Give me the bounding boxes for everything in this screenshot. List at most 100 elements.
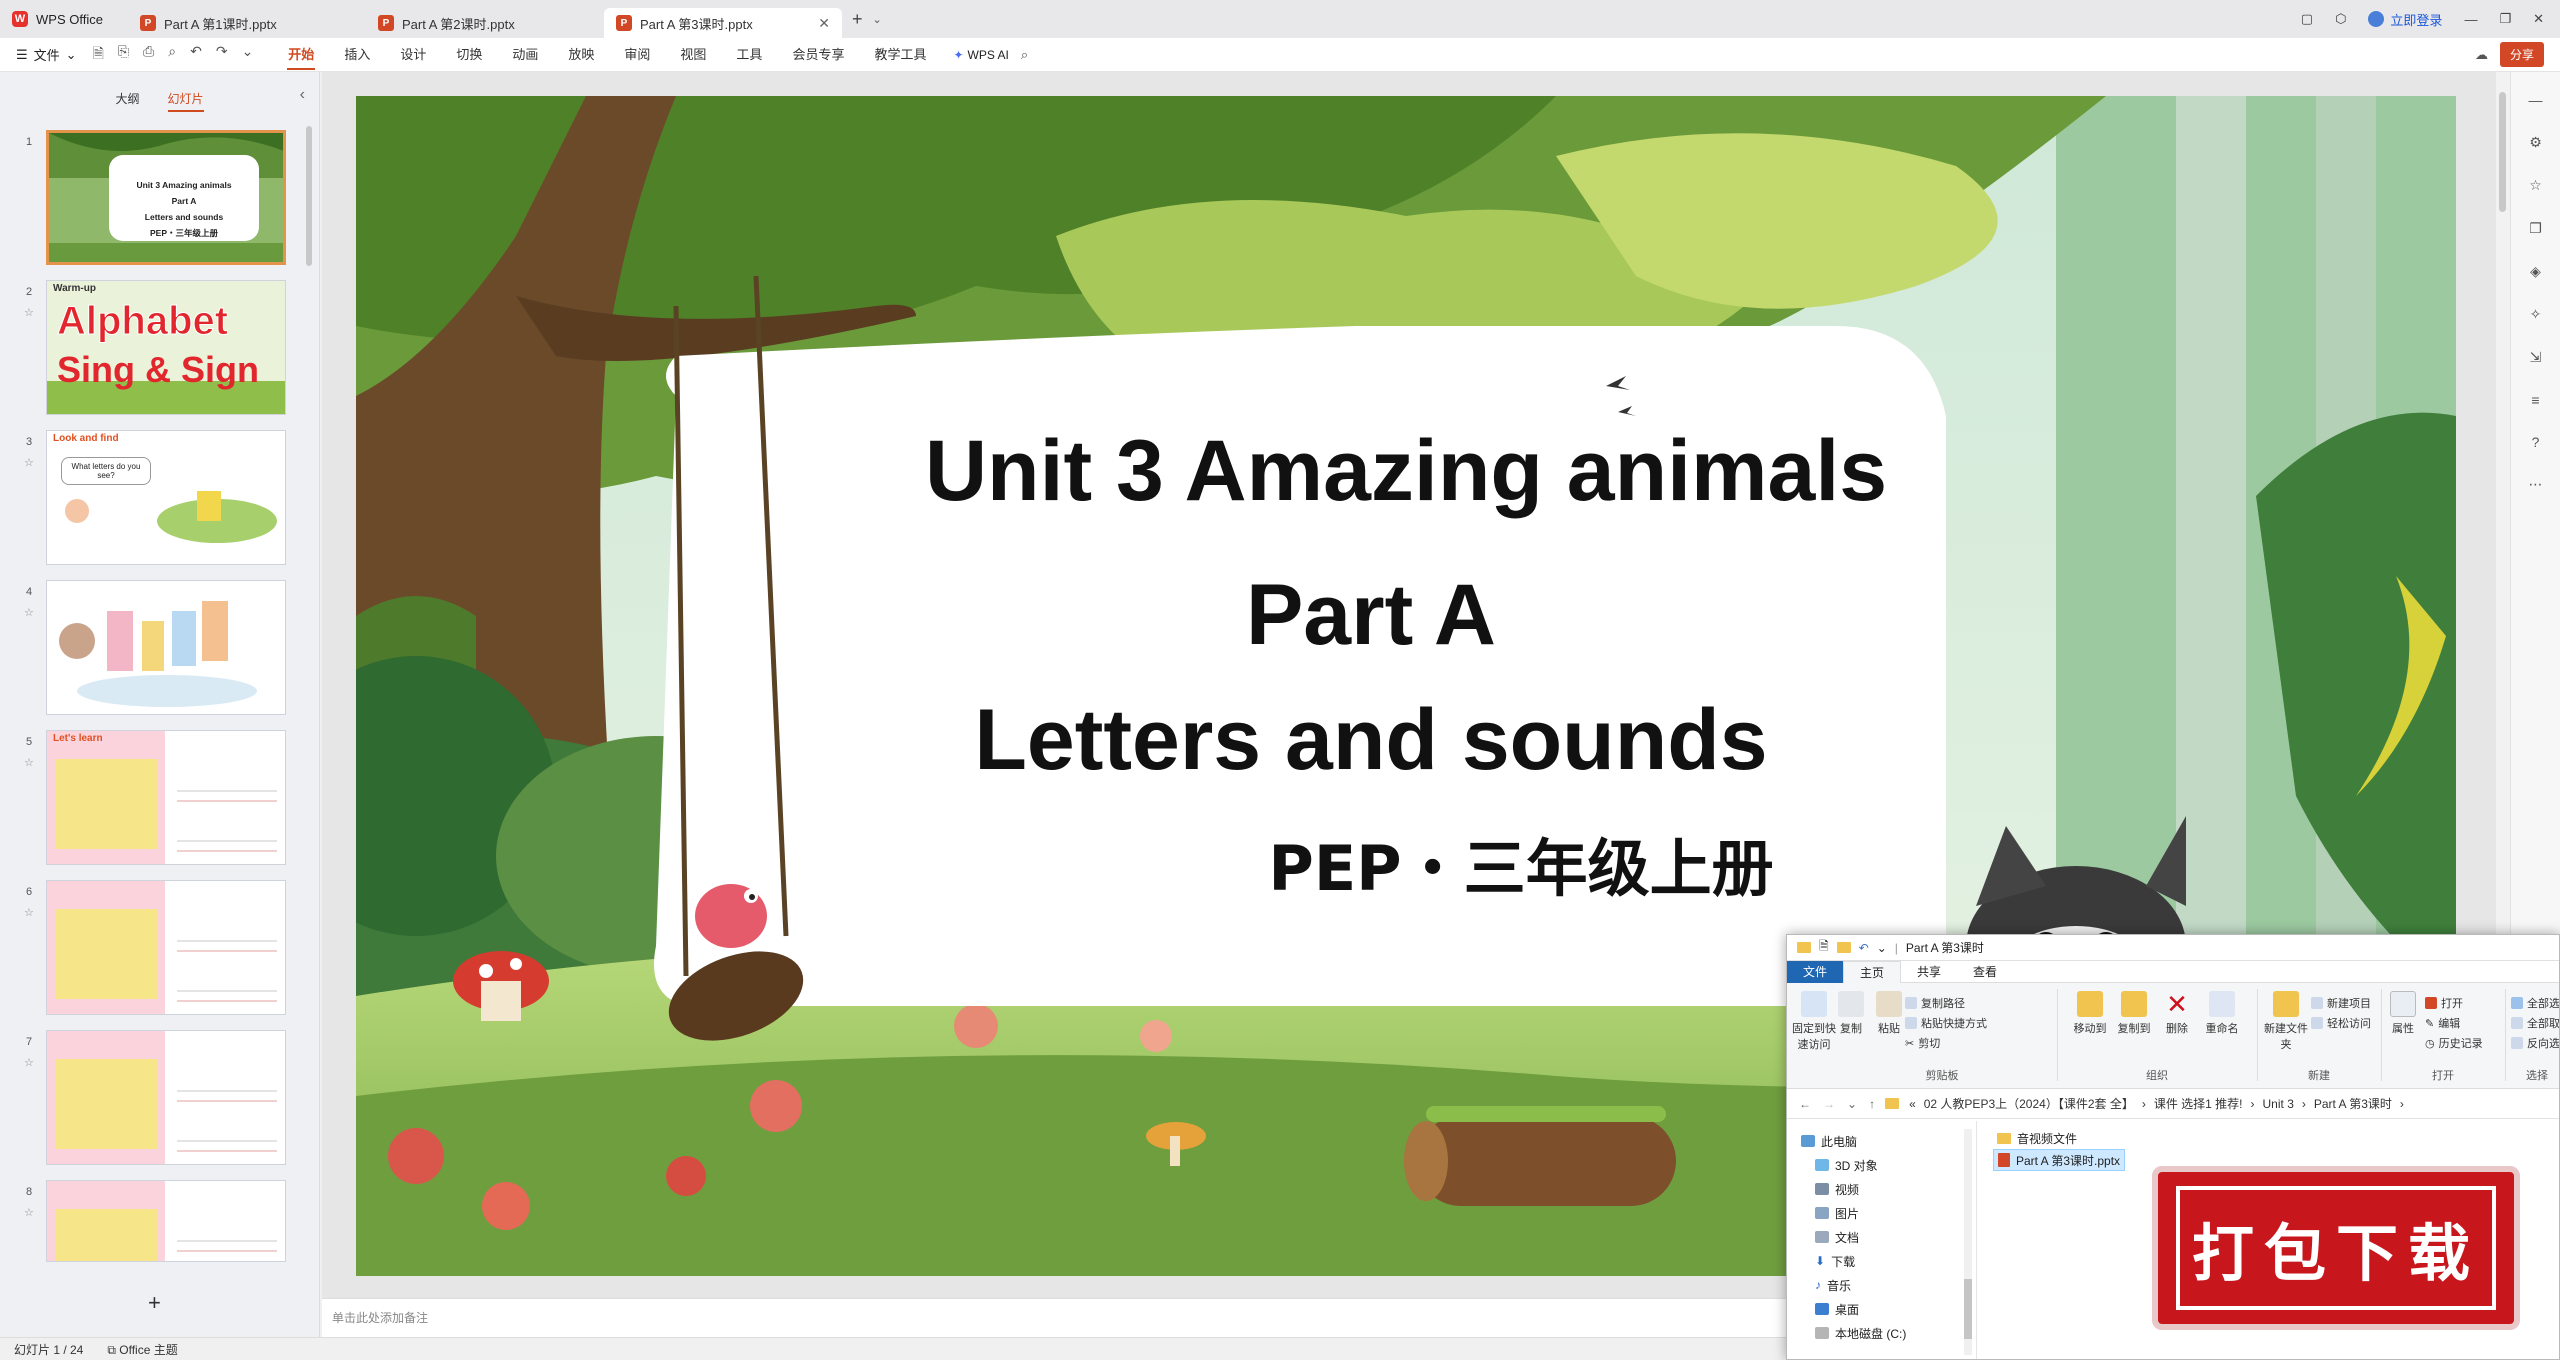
slide-thumb-5[interactable]: Let's learn bbox=[46, 730, 286, 865]
doc-tab-3[interactable]: P Part A 第3课时.pptx ✕ bbox=[604, 8, 842, 38]
invert-selection-button[interactable]: 反向选择 bbox=[2511, 1035, 2559, 1051]
slide-thumb-6[interactable] bbox=[46, 880, 286, 1015]
login-button[interactable]: 立即登录 bbox=[2368, 10, 2442, 29]
tab-view[interactable]: 视图 bbox=[665, 38, 721, 72]
edit-button[interactable]: ✎ 编辑 bbox=[2425, 1015, 2460, 1031]
file-row-pptx[interactable]: Part A 第3课时.pptx bbox=[1993, 1149, 2126, 1171]
slide-thumb-8[interactable] bbox=[46, 1180, 286, 1262]
more-icon[interactable]: ⌄ bbox=[242, 43, 254, 67]
breadcrumb-overflow-icon[interactable]: « bbox=[1909, 1097, 1916, 1111]
chevron-down-icon[interactable]: ⌄ bbox=[1877, 941, 1887, 955]
print-icon[interactable]: ⎙ bbox=[143, 43, 154, 67]
star-icon[interactable]: ☆ bbox=[24, 456, 34, 469]
collapse-panel-icon[interactable]: ‹ bbox=[300, 86, 305, 104]
star-icon[interactable]: ☆ bbox=[24, 756, 34, 769]
slide-footer[interactable]: PEP・三年级上册 bbox=[471, 818, 2456, 908]
preview-icon[interactable]: ⌕ bbox=[168, 43, 176, 67]
copy-icon[interactable]: ❐ bbox=[2529, 220, 2542, 237]
slide-thumb-7[interactable] bbox=[46, 1030, 286, 1165]
tree-item-desktop[interactable]: 桌面 bbox=[1801, 1297, 1976, 1321]
add-slide-button[interactable]: + bbox=[148, 1290, 161, 1316]
download-stamp[interactable]: 打包下载 bbox=[2158, 1172, 2514, 1324]
tab-teaching-tools[interactable]: 教学工具 bbox=[859, 38, 941, 72]
star-icon[interactable]: ☆ bbox=[2529, 177, 2542, 194]
back-icon[interactable]: ← bbox=[1799, 1097, 1811, 1111]
tree-item-this-pc[interactable]: 此电脑 bbox=[1801, 1129, 1976, 1153]
star-icon[interactable]: ☆ bbox=[24, 306, 34, 319]
star-icon[interactable]: ☆ bbox=[24, 1056, 34, 1069]
doc-tab-2[interactable]: P Part A 第2课时.pptx bbox=[366, 8, 604, 38]
properties-button[interactable]: 属性 bbox=[2385, 991, 2421, 1036]
star-icon[interactable]: ☆ bbox=[24, 1206, 34, 1219]
undo-icon[interactable]: ↶ bbox=[1859, 941, 1869, 955]
tab-transitions[interactable]: 切换 bbox=[441, 38, 497, 72]
pin-quick-access-button[interactable]: 固定到快速访问 bbox=[1791, 991, 1837, 1052]
slide-thumb-3[interactable]: Look and find What letters do you see? bbox=[46, 430, 286, 565]
delete-button[interactable]: ✕ 删除 bbox=[2159, 991, 2195, 1036]
slide-subtitle[interactable]: Letters and sounds bbox=[356, 691, 2421, 790]
scroll-thumb[interactable] bbox=[1964, 1279, 1972, 1339]
tab-home[interactable]: 主页 bbox=[1843, 960, 1902, 983]
undo-icon[interactable]: ↶ bbox=[190, 43, 202, 67]
tree-item-local-disk[interactable]: 本地磁盘 (C:) bbox=[1801, 1321, 1976, 1345]
file-row-folder[interactable]: 音视频文件 bbox=[1993, 1127, 2081, 1149]
history-button[interactable]: ◷ 历史记录 bbox=[2425, 1035, 2483, 1051]
copy-path-button[interactable]: 复制路径 bbox=[1905, 995, 1965, 1011]
quick-save-icon[interactable]: 🗎 bbox=[1819, 937, 1829, 958]
star-icon[interactable]: ☆ bbox=[24, 906, 34, 919]
paste-button[interactable]: 粘贴 bbox=[1871, 991, 1907, 1036]
new-folder-button[interactable]: 新建文件夹 bbox=[2263, 991, 2309, 1052]
close-tab-icon[interactable]: ✕ bbox=[818, 15, 830, 32]
export-icon[interactable]: ⎘ bbox=[118, 43, 129, 67]
select-none-button[interactable]: 全部取消 bbox=[2511, 1015, 2559, 1031]
up-icon[interactable]: ↑ bbox=[1869, 1097, 1875, 1111]
tree-item-music[interactable]: ♪ 音乐 bbox=[1801, 1273, 1976, 1297]
doc-tab-1[interactable]: P Part A 第1课时.pptx bbox=[128, 8, 366, 38]
tree-item-documents[interactable]: 文档 bbox=[1801, 1225, 1976, 1249]
recent-icon[interactable]: ⌄ bbox=[1847, 1097, 1857, 1111]
restore-icon[interactable]: ❐ bbox=[2499, 11, 2511, 27]
tab-slides[interactable]: 幻灯片 bbox=[167, 90, 204, 112]
tab-share[interactable]: 共享 bbox=[1901, 961, 1957, 983]
tab-member[interactable]: 会员专享 bbox=[777, 38, 859, 72]
minus-icon[interactable]: — bbox=[2529, 92, 2543, 108]
minimize-icon[interactable]: — bbox=[2464, 12, 2477, 27]
magic-icon[interactable]: ✧ bbox=[2530, 306, 2542, 323]
tree-item-pictures[interactable]: 图片 bbox=[1801, 1201, 1976, 1225]
chevron-down-icon[interactable]: ⌄ bbox=[873, 13, 882, 26]
export-icon[interactable]: ⇲ bbox=[2530, 349, 2542, 366]
rename-button[interactable]: 重命名 bbox=[2199, 991, 2245, 1036]
breadcrumb-item[interactable]: 课件 选择1 推荐! bbox=[2154, 1095, 2243, 1112]
tab-view[interactable]: 查看 bbox=[1957, 961, 2013, 983]
folder-icon[interactable] bbox=[1836, 942, 1851, 953]
sliders-icon[interactable]: ⚙ bbox=[2529, 134, 2542, 151]
file-menu-button[interactable]: ☰ 文件 ⌄ bbox=[0, 45, 93, 64]
cloud-sync-icon[interactable]: ☁ bbox=[2475, 47, 2488, 63]
tab-design[interactable]: 设计 bbox=[385, 38, 441, 72]
slide-title[interactable]: Unit 3 Amazing animals bbox=[356, 422, 2456, 521]
layout-icon[interactable]: ▢ bbox=[2301, 11, 2313, 27]
layers-icon[interactable]: ≡ bbox=[2531, 392, 2539, 408]
tab-slideshow[interactable]: 放映 bbox=[553, 38, 609, 72]
open-button[interactable]: 打开 bbox=[2425, 995, 2463, 1011]
tab-home[interactable]: 开始 bbox=[273, 38, 329, 72]
paste-shortcut-button[interactable]: 粘贴快捷方式 bbox=[1905, 1015, 1987, 1031]
breadcrumb-item[interactable]: 02 人教PEP3上（2024）【课件2套 全】 bbox=[1924, 1095, 2134, 1112]
move-to-button[interactable]: 移动到 bbox=[2067, 991, 2113, 1036]
copy-to-button[interactable]: 复制到 bbox=[2111, 991, 2157, 1036]
slide-thumb-4[interactable] bbox=[46, 580, 286, 715]
tab-review[interactable]: 审阅 bbox=[609, 38, 665, 72]
tree-item-3d[interactable]: 3D 对象 bbox=[1801, 1153, 1976, 1177]
new-tab-icon[interactable]: + bbox=[842, 9, 873, 30]
share-button[interactable]: 分享 bbox=[2499, 42, 2544, 67]
help-icon[interactable]: ? bbox=[2532, 434, 2540, 450]
breadcrumb-item[interactable]: Unit 3 bbox=[2263, 1097, 2294, 1111]
tree-scrollbar[interactable] bbox=[1964, 1129, 1972, 1355]
tree-item-videos[interactable]: 视频 bbox=[1801, 1177, 1976, 1201]
shapes-icon[interactable]: ◈ bbox=[2530, 263, 2541, 280]
scroll-thumb[interactable] bbox=[2499, 92, 2506, 212]
search-icon[interactable]: ⌕ bbox=[1021, 47, 1028, 63]
tab-tools[interactable]: 工具 bbox=[721, 38, 777, 72]
redo-icon[interactable]: ↷ bbox=[216, 43, 228, 67]
tab-insert[interactable]: 插入 bbox=[329, 38, 385, 72]
